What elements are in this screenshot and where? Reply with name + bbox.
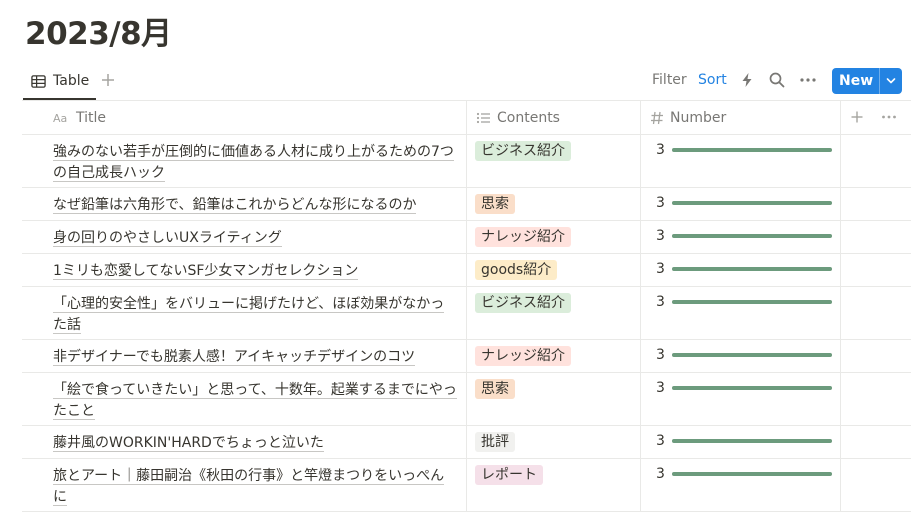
number-value: 3: [656, 380, 665, 396]
number-progress-fill: [672, 472, 832, 476]
new-button-divider: [879, 68, 880, 94]
number-progress-bar: [672, 267, 832, 271]
row-title-text: 藤井風のWORKIN'HARDでちょっと泣いた: [53, 435, 324, 452]
contents-tag[interactable]: ビジネス紹介: [475, 293, 571, 313]
column-header-contents[interactable]: Contents: [476, 101, 560, 134]
number-value: 3: [656, 228, 665, 244]
row-title-text: 身の回りのやさしいUXライティング: [53, 230, 282, 247]
number-progress-fill: [672, 439, 832, 443]
contents-tag[interactable]: 批評: [475, 432, 515, 452]
new-button[interactable]: New: [832, 68, 902, 94]
number-progress-bar: [672, 201, 832, 205]
row-title-link[interactable]: 1ミリも恋愛してないSF少女マンガセレクション: [53, 261, 458, 282]
page-title: 2023/8月: [25, 16, 172, 52]
number-progress-bar: [672, 386, 832, 390]
row-title-link[interactable]: 非デザイナーでも脱素人感！アイキャッチデザインのコツ: [53, 347, 458, 368]
filter-button[interactable]: Filter: [652, 72, 687, 88]
row-title-link[interactable]: 藤井風のWORKIN'HARDでちょっと泣いた: [53, 433, 458, 454]
row-title-text: 強みのない若手が圧倒的に価値ある人材に成り上がるための7つの自己成長ハック: [53, 144, 454, 182]
column-header-number[interactable]: Number: [650, 101, 726, 134]
contents-tag[interactable]: ナレッジ紹介: [475, 346, 571, 366]
number-value: 3: [656, 261, 665, 277]
column-divider: [840, 100, 841, 512]
row-title-text: 「絵で食っていきたい」と思って、十数年。起業するまでにやったこと: [53, 382, 457, 420]
search-icon[interactable]: [769, 72, 785, 88]
tab-table-view[interactable]: Table: [23, 64, 96, 100]
table-icon: [31, 74, 46, 88]
number-value: 3: [656, 347, 665, 363]
number-value: 3: [656, 195, 665, 211]
row-title-text: なぜ鉛筆は六角形で、鉛筆はこれからどんな形になるのか: [53, 197, 417, 214]
sort-button[interactable]: Sort: [698, 72, 727, 88]
column-header-contents-label: Contents: [497, 109, 560, 126]
add-view-icon[interactable]: [101, 73, 115, 87]
number-progress-fill: [672, 353, 832, 357]
view-toolbar: Table Filter Sort New: [0, 64, 911, 100]
svg-text:Aa: Aa: [53, 112, 67, 125]
number-progress-bar: [672, 353, 832, 357]
contents-tag[interactable]: goods紹介: [475, 260, 558, 280]
row-title-text: 非デザイナーでも脱素人感！アイキャッチデザインのコツ: [53, 349, 416, 366]
row-title-link[interactable]: 「絵で食っていきたい」と思って、十数年。起業するまでにやったこと: [53, 380, 458, 422]
number-progress-bar: [672, 300, 832, 304]
hash-icon: [651, 111, 663, 124]
number-value: 3: [656, 142, 665, 158]
number-progress-fill: [672, 148, 832, 152]
column-divider: [640, 100, 641, 512]
row-title-text: 旅とアート｜藤田嗣治《秋田の行事》と竿燈まつりをいっぺんに: [53, 468, 445, 506]
contents-tag[interactable]: 思索: [475, 379, 515, 399]
column-more-icon[interactable]: [881, 111, 897, 123]
automation-bolt-icon[interactable]: [740, 72, 754, 88]
number-progress-bar: [672, 472, 832, 476]
number-progress-fill: [672, 386, 832, 390]
row-title-link[interactable]: なぜ鉛筆は六角形で、鉛筆はこれからどんな形になるのか: [53, 195, 458, 216]
add-property-icon[interactable]: [851, 111, 863, 123]
row-title-link[interactable]: 強みのない若手が圧倒的に価値ある人材に成り上がるための7つの自己成長ハック: [53, 142, 458, 184]
contents-tag[interactable]: レポート: [475, 465, 543, 485]
list-icon: [476, 112, 490, 123]
new-button-label: New: [839, 73, 874, 89]
number-value: 3: [656, 433, 665, 449]
number-progress-fill: [672, 267, 832, 271]
contents-tag[interactable]: 思索: [475, 194, 515, 214]
number-progress-bar: [672, 148, 832, 152]
contents-tag[interactable]: ナレッジ紹介: [475, 227, 571, 247]
column-header-title-label: Title: [76, 109, 107, 126]
row-title-link[interactable]: 身の回りのやさしいUXライティング: [53, 228, 458, 249]
number-value: 3: [656, 294, 665, 310]
number-value: 3: [656, 466, 665, 482]
number-progress-fill: [672, 300, 832, 304]
row-title-link[interactable]: 旅とアート｜藤田嗣治《秋田の行事》と竿燈まつりをいっぺんに: [53, 466, 458, 508]
number-progress-fill: [672, 234, 832, 238]
number-progress-bar: [672, 234, 832, 238]
row-title-text: 「心理的安全性」をバリューに掲げたけど、ほぼ効果がなかった話: [53, 296, 445, 334]
more-options-icon[interactable]: [799, 72, 817, 88]
number-progress-bar: [672, 439, 832, 443]
number-progress-fill: [672, 201, 832, 205]
contents-tag[interactable]: ビジネス紹介: [475, 141, 571, 161]
text-aa-icon: Aa: [53, 112, 67, 125]
row-title-text: 1ミリも恋愛してないSF少女マンガセレクション: [53, 263, 359, 280]
column-header-number-label: Number: [670, 109, 727, 126]
column-header-title[interactable]: Aa Title: [53, 101, 106, 134]
column-divider: [466, 100, 467, 512]
tab-table-label: Table: [53, 73, 90, 89]
row-title-link[interactable]: 「心理的安全性」をバリューに掲げたけど、ほぼ効果がなかった話: [53, 294, 458, 336]
chevron-down-icon[interactable]: [885, 73, 897, 89]
